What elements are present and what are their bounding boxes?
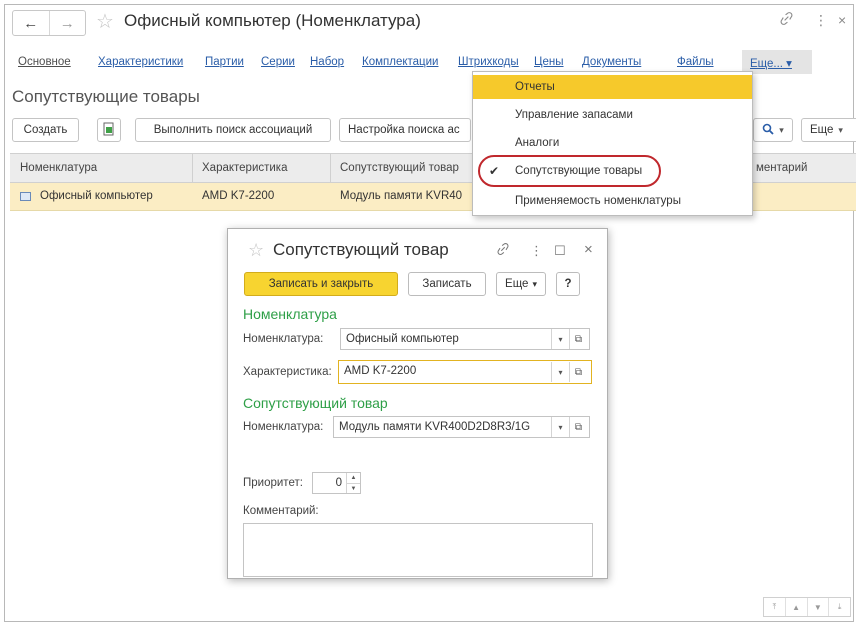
chevron-down-icon: ▾ <box>838 124 843 135</box>
menu-item-applicability[interactable]: Применяемость номенклатуры <box>473 189 752 213</box>
star-icon[interactable]: ☆ <box>96 9 114 34</box>
search-icon <box>762 123 774 138</box>
maximize-icon[interactable]: ☐ <box>554 243 566 259</box>
dialog-more-button[interactable]: Еще ▾ <box>496 272 546 296</box>
scroll-down-icon[interactable]: ▼ <box>806 598 829 616</box>
back-arrow-icon[interactable]: ← <box>13 11 49 35</box>
nomenclature-value: Офисный компьютер <box>346 333 459 345</box>
association-settings-button[interactable]: Настройка поиска ас <box>339 118 471 142</box>
comment-label: Комментарий: <box>243 505 319 517</box>
column-header-related[interactable]: Сопутствующий товар <box>340 162 459 174</box>
window-title: Офисный компьютер (Номенклатура) <box>124 11 421 30</box>
help-button[interactable]: ? <box>556 272 580 296</box>
chevron-down-icon[interactable]: ▾ <box>551 329 569 349</box>
star-icon[interactable]: ☆ <box>248 240 264 261</box>
comment-textarea[interactable] <box>243 523 593 577</box>
priority-label: Приоритет: <box>243 477 303 489</box>
chevron-down-icon[interactable]: ▾ <box>551 362 569 382</box>
chevron-down-icon[interactable]: ▾ <box>551 417 569 437</box>
highlight-circle <box>478 155 661 187</box>
nomenclature-field[interactable]: Офисный компьютер ▾ ⧉ <box>340 328 590 350</box>
column-divider <box>330 154 331 183</box>
save-and-close-button[interactable]: Записать и закрыть <box>244 272 398 296</box>
save-button[interactable]: Записать <box>408 272 486 296</box>
scroll-up-icon[interactable]: ▲ <box>784 598 807 616</box>
nomenclature-label: Номенклатура: <box>243 333 324 345</box>
priority-value: 0 <box>335 477 342 489</box>
close-icon[interactable]: × <box>584 241 593 258</box>
menu-dots-icon[interactable]: ⋮ <box>530 243 543 259</box>
menu-item-inventory[interactable]: Управление запасами <box>473 103 752 127</box>
scroll-bottom-icon[interactable]: ⤓ <box>828 598 850 616</box>
menu-dots-icon[interactable]: ⋮ <box>814 12 828 29</box>
find-associations-button[interactable]: Выполнить поиск ассоциаций <box>135 118 331 142</box>
search-button[interactable]: ▾ <box>753 118 793 142</box>
tab-documents[interactable]: Документы <box>582 56 641 68</box>
dialog-more-label: Еще <box>505 278 529 290</box>
chevron-down-icon: ▾ <box>532 278 537 289</box>
tab-barcodes[interactable]: Штрихкоды <box>458 56 519 68</box>
cell-characteristic: AMD K7-2200 <box>202 190 275 202</box>
tab-series[interactable]: Серии <box>261 56 295 68</box>
stepper-down-icon[interactable]: ▼ <box>346 483 360 493</box>
more-button-label: Еще <box>810 124 834 136</box>
menu-item-analogs[interactable]: Аналоги <box>473 131 752 155</box>
related-nomenclature-value: Модуль памяти KVR400D2D8R3/1G <box>339 421 531 433</box>
chevron-down-icon: ▾ <box>779 124 784 135</box>
more-dropdown-menu: Отчеты Управление запасами Аналоги ✔ Соп… <box>472 71 753 216</box>
cell-nomenclature: Офисный компьютер <box>40 190 153 202</box>
copy-icon <box>103 122 115 139</box>
create-button[interactable]: Создать <box>12 118 79 142</box>
more-button[interactable]: Еще ▾ <box>801 118 856 142</box>
tab-configurations[interactable]: Комплектации <box>362 56 438 68</box>
copy-button[interactable] <box>97 118 121 142</box>
open-icon[interactable]: ⧉ <box>569 329 587 349</box>
priority-stepper[interactable]: 0 ▲ ▼ <box>312 472 361 494</box>
characteristic-value: AMD K7-2200 <box>344 365 417 377</box>
column-header-nomenclature[interactable]: Номенклатура <box>20 162 97 174</box>
close-icon[interactable]: × <box>838 12 846 28</box>
nav-buttons: ← → <box>12 10 86 36</box>
menu-item-reports[interactable]: Отчеты <box>473 75 752 99</box>
column-header-comment[interactable]: ментарий <box>756 162 807 174</box>
dialog-title: Сопутствующий товар <box>273 240 449 259</box>
cell-related: Модуль памяти KVR40 <box>340 190 463 202</box>
related-nomenclature-field[interactable]: Модуль памяти KVR400D2D8R3/1G ▾ ⧉ <box>333 416 590 438</box>
group-related-goods: Сопутствующий товар <box>243 395 388 411</box>
column-divider <box>192 154 193 183</box>
forward-arrow-icon[interactable]: → <box>48 11 86 35</box>
item-icon <box>20 192 31 201</box>
tab-batches[interactable]: Партии <box>205 56 244 68</box>
stepper-up-icon[interactable]: ▲ <box>346 473 360 483</box>
tab-files[interactable]: Файлы <box>677 56 714 68</box>
tab-characteristics[interactable]: Характеристики <box>98 56 183 68</box>
link-icon[interactable] <box>497 243 509 258</box>
column-header-characteristic[interactable]: Характеристика <box>202 162 288 174</box>
tab-set[interactable]: Набор <box>310 56 344 68</box>
link-icon[interactable] <box>780 12 793 28</box>
list-scroll-controls: ⤒ ▲ ▼ ⤓ <box>763 597 851 617</box>
section-title: Сопутствующие товары <box>12 87 200 106</box>
open-icon[interactable]: ⧉ <box>569 362 587 382</box>
open-icon[interactable]: ⧉ <box>569 417 587 437</box>
characteristic-field[interactable]: AMD K7-2200 ▾ ⧉ <box>338 360 592 384</box>
tab-main[interactable]: Основное <box>18 56 71 68</box>
scroll-top-icon[interactable]: ⤒ <box>764 598 785 616</box>
tab-prices[interactable]: Цены <box>534 56 564 68</box>
related-nomenclature-label: Номенклатура: <box>243 421 324 433</box>
tab-more[interactable]: Еще... ▾ <box>750 56 792 70</box>
group-nomenclature: Номенклатура <box>243 306 337 322</box>
characteristic-label: Характеристика: <box>243 366 332 378</box>
